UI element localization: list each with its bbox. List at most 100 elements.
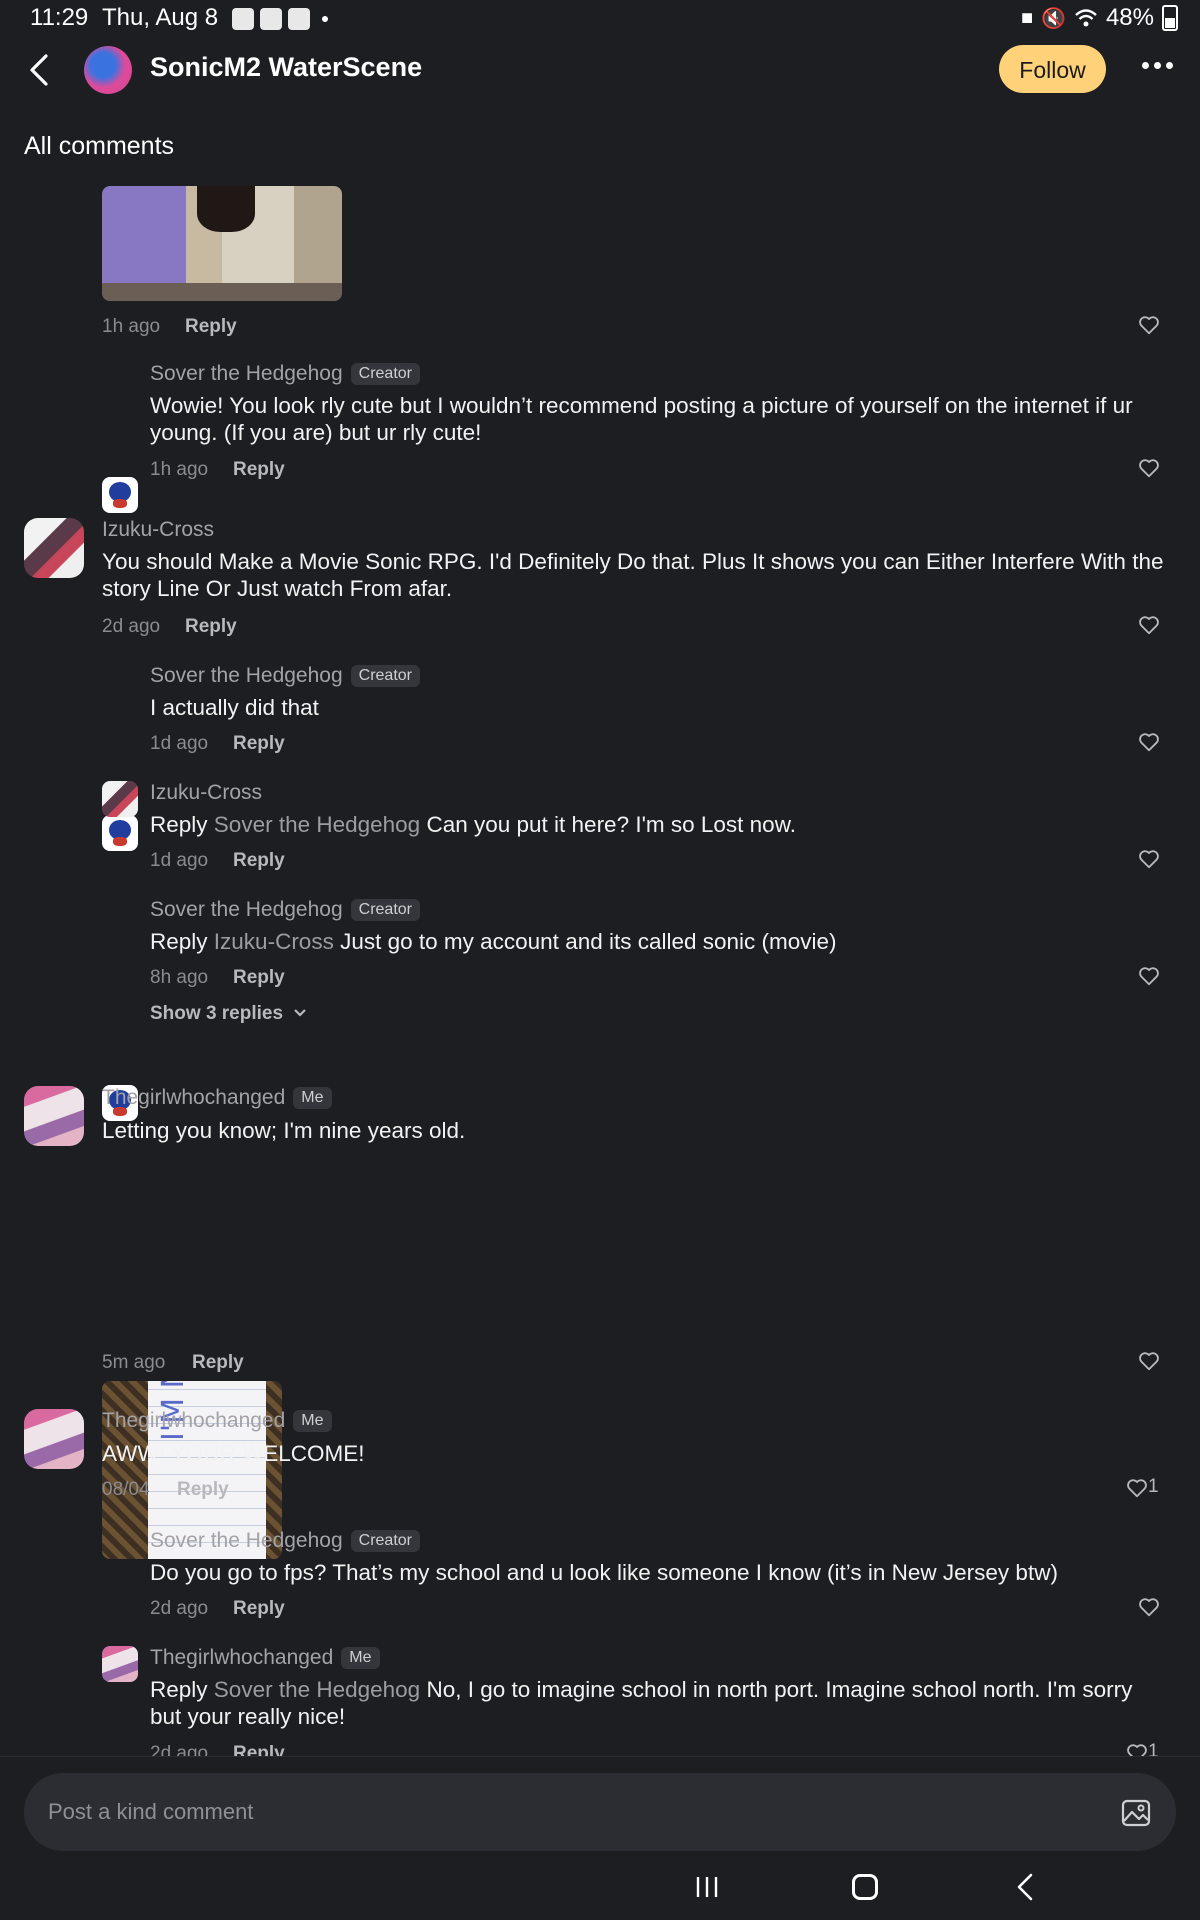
status-right: ■ 🔇 48% <box>1021 4 1178 32</box>
header: SonicM2 WaterScene Follow <box>0 36 1200 102</box>
comment-author[interactable]: Sover the Hedgehog Creator <box>150 362 420 386</box>
comment-text: I actually did that <box>150 695 319 720</box>
image-attach-icon[interactable] <box>1120 1797 1152 1829</box>
status-date: Thu, Aug 8 <box>102 4 219 31</box>
comment-author[interactable]: Sover the Hedgehog Creator <box>150 1529 420 1553</box>
more-notifications-dot-icon <box>322 16 328 22</box>
avatar[interactable] <box>102 477 138 513</box>
comment-author[interactable]: Sover the Hedgehog Creator <box>150 664 420 688</box>
mention-link[interactable]: Sover the Hedgehog <box>214 1677 420 1702</box>
me-badge: Me <box>293 1087 332 1109</box>
like-heart-icon[interactable] <box>1138 1596 1160 1618</box>
comment-text: Do you go to fps? That’s my school and u… <box>150 1560 1058 1585</box>
comment-time: 1d ago <box>150 733 209 754</box>
like-heart-icon[interactable] <box>1138 848 1160 870</box>
comment-author[interactable]: Sover the Hedgehog Creator <box>150 898 420 922</box>
like-count: 1 <box>1148 1741 1159 1756</box>
like-heart-icon[interactable] <box>1138 457 1160 479</box>
app-notification-icon <box>260 8 282 30</box>
battery-percent: 48% <box>1105 4 1154 31</box>
mute-icon: 🔇 <box>1041 7 1066 30</box>
back-button[interactable] <box>22 50 62 90</box>
reply-button[interactable]: Reply <box>233 850 285 872</box>
home-button[interactable] <box>852 1874 878 1900</box>
avatar[interactable] <box>24 518 84 578</box>
comment-author[interactable]: Thegirlwhochanged Me <box>102 1086 332 1110</box>
reply-button[interactable]: Reply <box>233 967 285 989</box>
page-title[interactable]: SonicM2 WaterScene <box>150 52 422 83</box>
comment-time: 1h ago <box>150 459 209 480</box>
status-time: 11:29 <box>30 4 89 31</box>
comment-time: 5m ago <box>102 1352 166 1373</box>
comment-text: AWW! YOUR WELCOME! <box>102 1441 365 1466</box>
gallery-notification-icon <box>232 8 254 30</box>
recent-apps-button[interactable] <box>692 1876 722 1898</box>
like-heart-icon <box>1127 1479 1147 1497</box>
like-heart-icon <box>1127 1744 1147 1756</box>
more-options-icon[interactable] <box>1142 62 1173 69</box>
comment-input[interactable] <box>24 1773 1176 1851</box>
comments-list[interactable]: 1h ago Reply Sover the Hedgehog Creator W… <box>0 186 1200 1756</box>
reply-button[interactable]: Reply <box>233 1743 285 1756</box>
battery-icon <box>1162 5 1178 31</box>
me-badge: Me <box>341 1647 380 1669</box>
comment-time: 08/04 <box>102 1479 150 1500</box>
comment-author[interactable]: Izuku-Cross <box>150 781 262 805</box>
comment-photo[interactable] <box>102 186 342 301</box>
reply-button[interactable]: Reply <box>177 1479 229 1501</box>
reply-button[interactable]: Reply <box>185 616 237 638</box>
reply-button[interactable]: Reply <box>233 1598 285 1620</box>
comment-author[interactable]: Thegirlwhochanged Me <box>150 1646 380 1670</box>
show-replies-button[interactable]: Show 3 replies <box>150 1003 308 1025</box>
avatar[interactable] <box>24 1086 84 1146</box>
like-heart-icon[interactable] <box>1138 314 1160 336</box>
mention-link[interactable]: Izuku-Cross <box>214 929 334 954</box>
comment-time: 2d ago <box>102 616 161 637</box>
lock-icon: ■ <box>1020 6 1034 29</box>
creator-badge: Creator <box>350 363 420 385</box>
reply-button[interactable]: Reply <box>185 316 237 338</box>
status-bar: 11:29 Thu, Aug 8 ■ 🔇 48% <box>0 0 1200 36</box>
me-badge: Me <box>293 1410 332 1432</box>
system-nav-bar <box>0 1842 1200 1920</box>
follow-button[interactable]: Follow <box>999 45 1106 93</box>
comment-author[interactable]: Thegirlwhochanged Me <box>102 1409 332 1433</box>
avatar[interactable] <box>102 1646 138 1682</box>
avatar[interactable] <box>24 1409 84 1469</box>
comment-time: 2d ago <box>150 1743 209 1756</box>
wifi-icon <box>1075 9 1097 27</box>
comment-text: You should Make a Movie Sonic RPG. I'd D… <box>102 549 1164 601</box>
creator-badge: Creator <box>350 1530 420 1552</box>
like-heart-icon[interactable] <box>1138 965 1160 987</box>
channel-avatar[interactable] <box>84 46 132 94</box>
comment-time: 2d ago <box>150 1598 209 1619</box>
comment-text: Wowie! You look rly cute but I wouldn’t … <box>150 393 1133 445</box>
like-button[interactable]: 1 <box>1126 1476 1159 1499</box>
reply-button[interactable]: Reply <box>233 733 285 755</box>
comment-time: 1d ago <box>150 850 209 871</box>
comment-text: Reply Sover the Hedgehog No, I go to ima… <box>150 1677 1133 1729</box>
notification-icons <box>232 8 328 30</box>
avatar[interactable] <box>102 815 138 851</box>
section-title: All comments <box>24 132 175 160</box>
comment-composer <box>0 1756 1200 1851</box>
app-notification-icon <box>288 8 310 30</box>
like-heart-icon[interactable] <box>1138 614 1160 636</box>
like-heart-icon[interactable] <box>1138 1350 1160 1372</box>
avatar[interactable] <box>102 781 138 817</box>
comment-author[interactable]: Izuku-Cross <box>102 518 214 542</box>
nav-back-button[interactable] <box>1014 1872 1036 1902</box>
like-heart-icon[interactable] <box>1138 731 1160 753</box>
like-count: 1 <box>1148 1476 1159 1497</box>
comment-text: Reply Izuku-Cross Just go to my account … <box>150 929 837 954</box>
reply-button[interactable]: Reply <box>233 459 285 481</box>
chevron-down-icon <box>293 1009 306 1017</box>
mention-link[interactable]: Sover the Hedgehog <box>214 812 420 837</box>
like-button[interactable]: 1 <box>1126 1741 1159 1756</box>
creator-badge: Creator <box>350 899 420 921</box>
comment-time: 8h ago <box>150 967 209 988</box>
comment-text: Letting you know; I'm nine years old. <box>102 1118 466 1143</box>
reply-button[interactable]: Reply <box>192 1352 244 1374</box>
creator-badge: Creator <box>350 665 420 687</box>
comment-text: Reply Sover the Hedgehog Can you put it … <box>150 812 796 837</box>
